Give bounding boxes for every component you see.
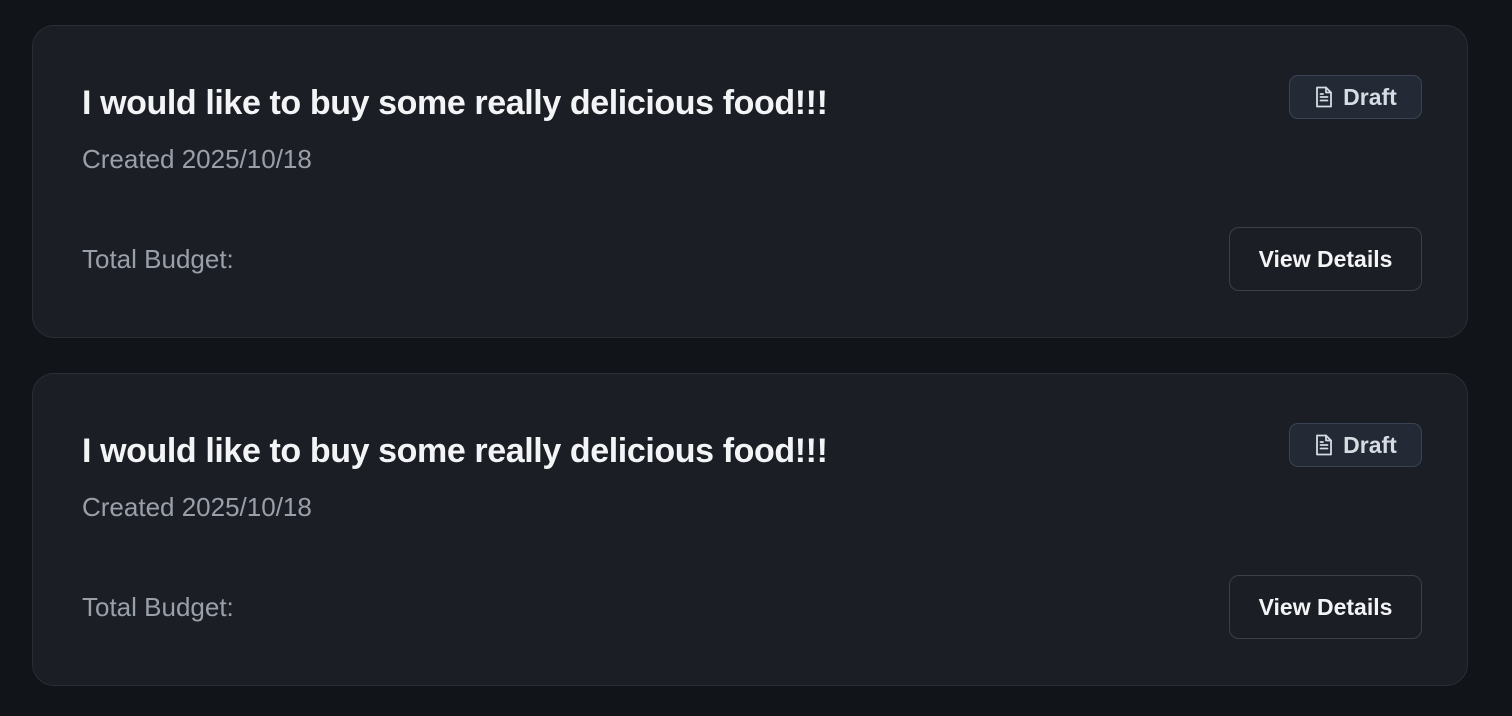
document-icon — [1314, 434, 1334, 456]
request-card: I would like to buy some really deliciou… — [32, 373, 1468, 686]
status-badge: Draft — [1289, 75, 1422, 119]
view-details-button[interactable]: View Details — [1229, 575, 1422, 639]
status-badge: Draft — [1289, 423, 1422, 467]
status-badge-label: Draft — [1343, 431, 1397, 458]
request-list: I would like to buy some really deliciou… — [0, 0, 1512, 716]
request-card: I would like to buy some really deliciou… — [32, 25, 1468, 338]
created-date: Created 2025/10/18 — [82, 492, 312, 522]
request-title: I would like to buy some really deliciou… — [82, 432, 828, 470]
total-budget-label: Total Budget: — [82, 244, 234, 274]
view-details-button[interactable]: View Details — [1229, 227, 1422, 291]
request-title: I would like to buy some really deliciou… — [82, 84, 828, 122]
document-icon — [1314, 86, 1334, 108]
created-date: Created 2025/10/18 — [82, 144, 312, 174]
total-budget-label: Total Budget: — [82, 592, 234, 622]
status-badge-label: Draft — [1343, 83, 1397, 110]
